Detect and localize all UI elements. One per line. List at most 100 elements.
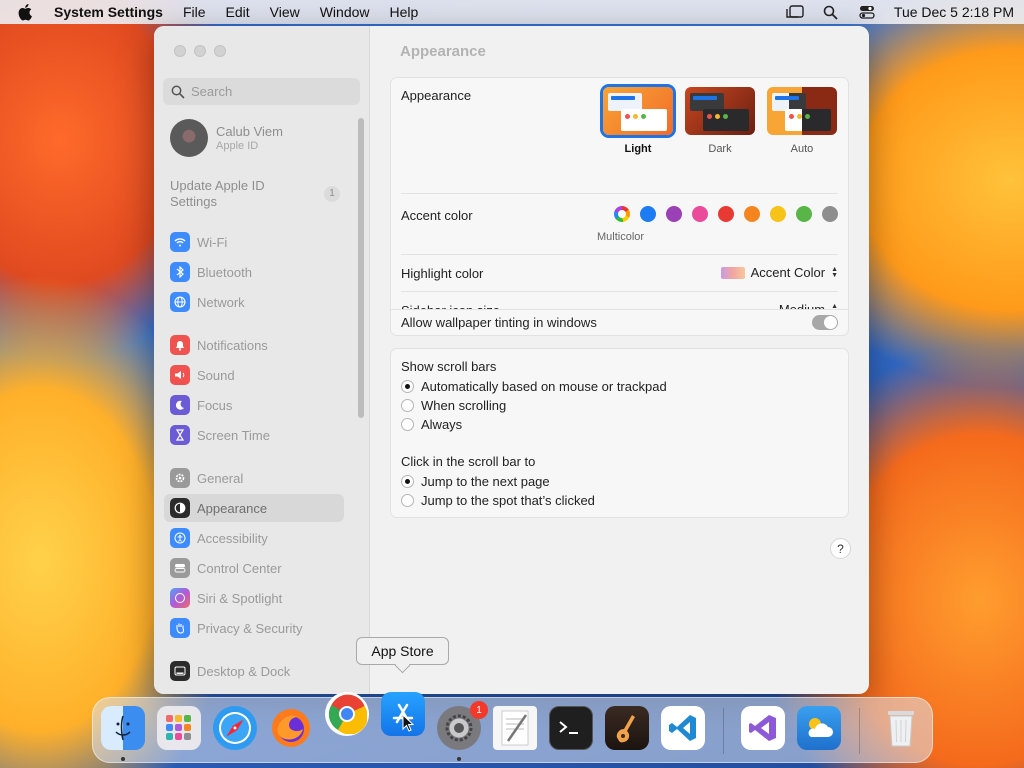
radio-scroll-automatic[interactable]: Automatically based on mouse or trackpad (401, 379, 667, 394)
theme-dark-option[interactable]: Dark (683, 87, 757, 155)
radio-scroll-when-scrolling[interactable]: When scrolling (401, 398, 506, 413)
sidebar-item-screen-time[interactable]: Screen Time (164, 421, 344, 449)
control-center-menu-icon[interactable] (858, 4, 876, 20)
highlight-color-popup[interactable]: Accent Color ▲ ▼ (720, 265, 838, 280)
show-scroll-bars-label: Show scroll bars (401, 359, 497, 374)
radio-click-spot[interactable]: Jump to the spot that’s clicked (401, 493, 595, 508)
sidebar-item-desktop-dock[interactable]: Desktop & Dock (164, 657, 344, 685)
accent-swatch-orange[interactable] (744, 206, 760, 222)
update-label: Update Apple ID Settings (170, 178, 265, 209)
search-icon (171, 85, 185, 99)
sidebar-item-accessibility[interactable]: Accessibility (164, 524, 344, 552)
apple-id-profile[interactable]: Calub Viem Apple ID (170, 119, 283, 157)
sidebar-scrollbar[interactable] (358, 118, 364, 418)
radio-button[interactable] (401, 418, 414, 431)
radio-button[interactable] (401, 380, 414, 393)
stage-manager-icon[interactable] (786, 4, 804, 20)
menu-edit[interactable]: Edit (226, 4, 250, 20)
sidebar-item-focus[interactable]: Focus (164, 391, 344, 419)
apple-menu-icon[interactable] (18, 3, 36, 21)
accent-swatch-blue[interactable] (640, 206, 656, 222)
sidebar-item-control-center[interactable]: Control Center (164, 554, 344, 582)
tinting-row: Allow wallpaper tinting in windows (390, 309, 849, 336)
menu-view[interactable]: View (270, 4, 300, 20)
textedit-icon[interactable] (493, 706, 537, 750)
accent-swatch-graphite[interactable] (822, 206, 838, 222)
spotlight-icon[interactable] (822, 4, 840, 20)
wallpaper-tinting-toggle[interactable] (812, 315, 838, 330)
sidebar-item-label: Siri & Spotlight (197, 590, 283, 606)
radio-label: Automatically based on mouse or trackpad (421, 379, 667, 394)
sidebar-item-bluetooth[interactable]: Bluetooth (164, 258, 344, 286)
sidebar-item-wifi[interactable]: Wi-Fi (164, 228, 344, 256)
menu-help[interactable]: Help (390, 4, 419, 20)
help-button[interactable]: ? (830, 538, 851, 559)
sidebar-item-appearance[interactable]: Appearance (164, 494, 344, 522)
garageband-icon[interactable] (605, 706, 649, 750)
accent-swatch-green[interactable] (796, 206, 812, 222)
radio-button[interactable] (401, 399, 414, 412)
radio-label: When scrolling (421, 398, 507, 413)
search-field[interactable]: Search (163, 78, 360, 105)
radio-button[interactable] (401, 494, 414, 507)
accent-swatch-yellow[interactable] (770, 206, 786, 222)
moon-icon (170, 395, 190, 415)
radio-scroll-always[interactable]: Always (401, 417, 462, 432)
safari-icon[interactable] (213, 706, 257, 750)
theme-auto-label: Auto (790, 143, 814, 155)
visual-studio-icon[interactable] (741, 706, 785, 750)
gear-icon (170, 468, 190, 488)
chrome-icon[interactable] (325, 692, 369, 736)
popup-chevron-icon: ▲▼ (831, 265, 838, 279)
sidebar-item-general[interactable]: General (164, 464, 344, 492)
running-indicator (457, 757, 461, 761)
zoom-button[interactable] (214, 45, 226, 57)
globe-icon (170, 292, 190, 312)
app-name-menu[interactable]: System Settings (54, 4, 163, 20)
sidebar-item-notifications[interactable]: Notifications (164, 331, 344, 359)
theme-dark-label: Dark (708, 143, 732, 155)
menu-clock[interactable]: Tue Dec 5 2:18 PM (894, 4, 1014, 20)
sidebar-item-label: Bluetooth (197, 264, 252, 280)
update-apple-id-item[interactable]: Update Apple ID Settings 1 (170, 178, 340, 210)
speaker-icon (170, 365, 190, 385)
highlight-value: Accent Color (750, 265, 826, 280)
vscode-icon[interactable] (661, 706, 705, 750)
accent-swatch-multicolor[interactable] (614, 206, 630, 222)
sidebar-item-label: Notifications (197, 337, 268, 353)
page-title: Appearance (400, 43, 486, 60)
theme-light-option[interactable]: Light (601, 87, 675, 155)
firefox-icon[interactable] (269, 706, 313, 750)
accent-swatch-purple[interactable] (666, 206, 682, 222)
menu-window[interactable]: Window (320, 4, 370, 20)
weather-icon[interactable] (797, 706, 841, 750)
close-button[interactable] (174, 45, 186, 57)
hourglass-icon (170, 425, 190, 445)
sidebar-item-label: Sound (197, 367, 235, 383)
theme-auto-option[interactable]: Auto (765, 87, 839, 155)
accent-swatch-pink[interactable] (692, 206, 708, 222)
appearance-icon (170, 498, 190, 518)
finder-icon[interactable] (101, 706, 145, 750)
sidebar-item-sound[interactable]: Sound (164, 361, 344, 389)
terminal-icon[interactable] (549, 706, 593, 750)
minimize-button[interactable] (194, 45, 206, 57)
launchpad-icon[interactable] (157, 706, 201, 750)
accent-swatch-red[interactable] (718, 206, 734, 222)
radio-click-next-page[interactable]: Jump to the next page (401, 474, 550, 489)
scroll-bars-panel: Show scroll bars Automatically based on … (390, 348, 849, 518)
sidebar-item-privacy-security[interactable]: Privacy & Security (164, 614, 344, 642)
accessibility-icon (170, 528, 190, 548)
sidebar-item-siri-spotlight[interactable]: Siri & Spotlight (164, 584, 344, 612)
sidebar-item-label: General (197, 470, 244, 486)
divider (401, 193, 838, 194)
multicolor-label: Multicolor (597, 231, 645, 243)
radio-button[interactable] (401, 475, 414, 488)
trash-icon[interactable] (879, 706, 923, 750)
profile-name: Calub Viem (216, 123, 283, 139)
settings-badge: 1 (470, 701, 488, 719)
dock-icon (170, 661, 190, 681)
menu-file[interactable]: File (183, 4, 206, 20)
sidebar-item-network[interactable]: Network (164, 288, 344, 316)
update-badge: 1 (324, 186, 340, 202)
